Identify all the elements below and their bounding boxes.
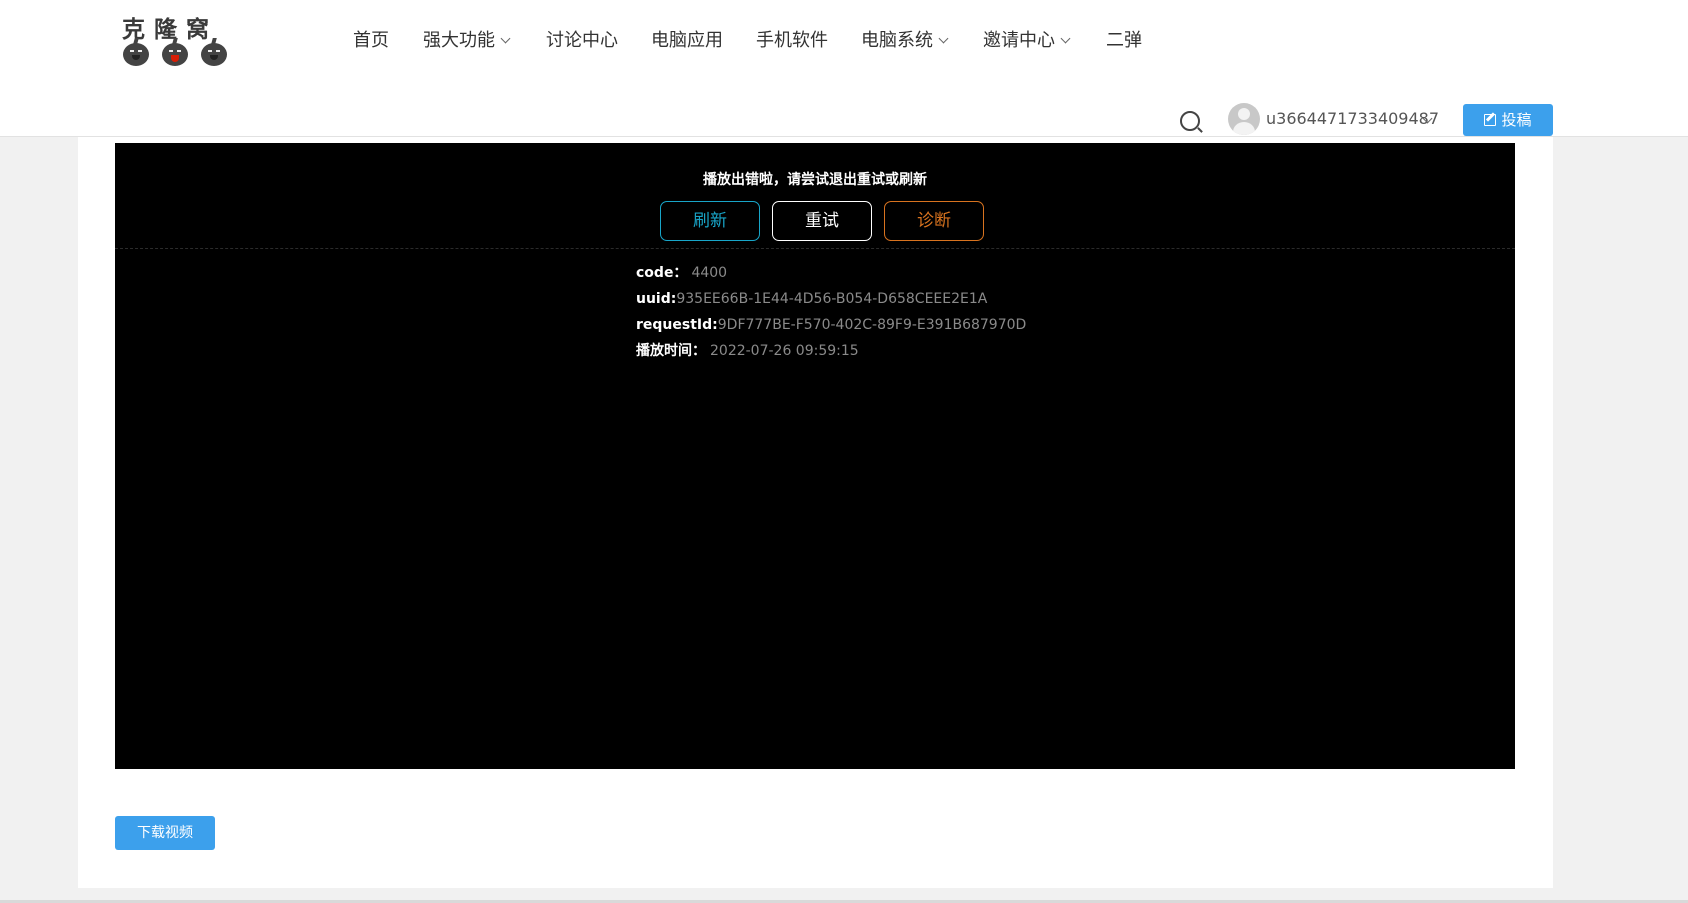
nav-item-home[interactable]: 首页 — [353, 26, 389, 56]
play-time-value: 2022-07-26 09:59:15 — [710, 343, 859, 359]
refresh-button[interactable]: 刷新 — [660, 201, 760, 241]
username: u3664471733409487 — [1266, 109, 1440, 128]
play-time-label: 播放时间： — [636, 343, 706, 359]
logo-face-icon — [201, 38, 227, 66]
divider — [115, 248, 1515, 249]
logo-faces-icon — [122, 38, 232, 69]
uuid-row: uuid:935EE66B-1E44-4D56-B054-D658CEEE2E1… — [636, 288, 1026, 314]
logo-face-icon — [162, 38, 188, 66]
nav-item-label: 讨论中心 — [546, 30, 618, 51]
retry-button[interactable]: 重试 — [772, 201, 872, 241]
error-code-label: code： — [636, 265, 688, 281]
chevron-down-icon — [500, 33, 511, 44]
nav-item-erdan[interactable]: 二弹 — [1106, 26, 1142, 56]
search-icon[interactable] — [1180, 111, 1200, 131]
logo-face-icon — [123, 38, 149, 66]
download-video-button[interactable]: 下载视频 — [115, 816, 215, 850]
nav-item-features[interactable]: 强大功能 — [423, 26, 511, 56]
nav-item-discussion[interactable]: 讨论中心 — [546, 26, 618, 56]
nav-item-mobile-software[interactable]: 手机软件 — [756, 26, 828, 56]
chevron-down-icon — [938, 33, 949, 44]
play-time-row: 播放时间： 2022-07-26 09:59:15 — [636, 340, 1026, 366]
nav-item-pc-systems[interactable]: 电脑系统 — [861, 26, 949, 56]
error-code-value: 4400 — [691, 265, 728, 281]
nav-item-invite-center[interactable]: 邀请中心 — [983, 26, 1071, 56]
user-avatar-icon — [1228, 103, 1260, 135]
video-player[interactable]: 播放出错啦，请尝试退出重试或刷新 刷新 重试 诊断 code： 4400 uuid… — [115, 143, 1515, 769]
error-code-row: code： 4400 — [636, 262, 1026, 288]
post-button-label: 投稿 — [1501, 111, 1532, 129]
edit-icon — [1484, 114, 1497, 126]
post-button[interactable]: 投稿 — [1463, 104, 1553, 136]
nav-item-label: 首页 — [353, 30, 389, 51]
uuid-label: uuid: — [636, 291, 677, 307]
site-header: 克隆窝 首页 强大功能 讨论中心 电脑应用 手机软件 电脑系统 邀请中心 二弹 … — [0, 0, 1688, 137]
request-id-row: requestId:9DF777BE-F570-402C-89F9-E391B6… — [636, 314, 1026, 340]
site-logo[interactable]: 克隆窝 — [122, 10, 232, 68]
request-id-label: requestId: — [636, 317, 718, 333]
request-id-value: 9DF777BE-F570-402C-89F9-E391B687970D — [717, 317, 1027, 333]
nav-item-label: 邀请中心 — [983, 30, 1055, 51]
nav-item-label: 手机软件 — [756, 30, 828, 51]
uuid-value: 935EE66B-1E44-4D56-B054-D658CEEE2E1A — [676, 291, 988, 307]
nav-item-label: 二弹 — [1106, 30, 1142, 51]
player-error-message: 播放出错啦，请尝试退出重试或刷新 — [703, 172, 927, 188]
error-info: code： 4400 uuid:935EE66B-1E44-4D56-B054-D… — [636, 262, 1026, 366]
nav-item-label: 电脑系统 — [861, 30, 933, 51]
chevron-down-icon — [1060, 33, 1071, 44]
diagnose-button[interactable]: 诊断 — [884, 201, 984, 241]
nav-item-label: 强大功能 — [423, 30, 495, 51]
nav-item-pc-apps[interactable]: 电脑应用 — [651, 26, 723, 56]
nav-item-label: 电脑应用 — [651, 30, 723, 51]
